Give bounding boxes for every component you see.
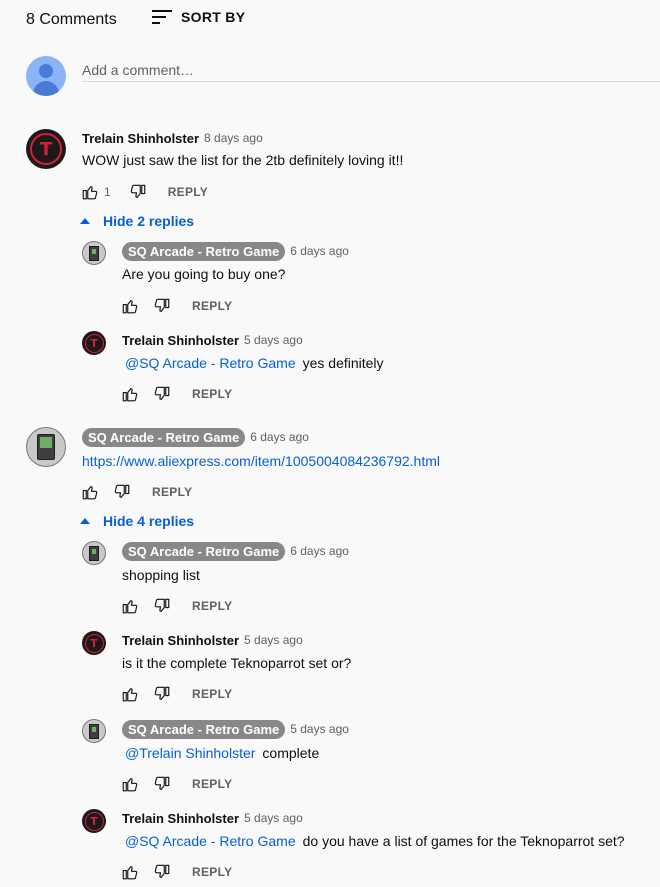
thumbs-down-icon[interactable] xyxy=(152,862,172,882)
reply-button[interactable]: REPLY xyxy=(192,299,232,313)
author-name[interactable]: SQ Arcade - Retro Game xyxy=(122,719,286,739)
comment-text: shopping list xyxy=(122,567,200,583)
thumbs-down-icon[interactable] xyxy=(152,774,172,794)
timestamp[interactable]: 6 days ago xyxy=(290,544,349,558)
comment-header: Trelain Shinholster 5 days ago xyxy=(122,630,303,650)
sort-button[interactable]: SORT BY xyxy=(152,8,245,26)
timestamp[interactable]: 8 days ago xyxy=(204,131,263,145)
comment-header: Trelain Shinholster 5 days ago xyxy=(122,330,303,350)
reply-button[interactable]: REPLY xyxy=(152,485,192,499)
comment-actions: REPLY xyxy=(120,294,232,318)
timestamp[interactable]: 5 days ago xyxy=(244,811,303,825)
comment-actions: 1 REPLY xyxy=(80,180,208,204)
comment-actions: REPLY xyxy=(120,382,232,406)
mention-link[interactable]: @SQ Arcade - Retro Game xyxy=(125,355,296,371)
sort-label: SORT BY xyxy=(181,9,246,25)
comment-text: @SQ Arcade - Retro Game yes definitely xyxy=(122,355,384,371)
hide-replies-toggle[interactable]: Hide 4 replies xyxy=(80,513,194,529)
comment-actions: REPLY xyxy=(120,594,232,618)
reply-button[interactable]: REPLY xyxy=(192,777,232,791)
thumbs-up-icon[interactable] xyxy=(120,684,140,704)
reply-button[interactable]: REPLY xyxy=(192,599,232,613)
caret-up-icon xyxy=(80,218,90,224)
timestamp[interactable]: 5 days ago xyxy=(244,333,303,347)
thumbs-up-icon[interactable] xyxy=(120,774,140,794)
thumbs-up-icon[interactable] xyxy=(120,384,140,404)
comment-text: https://www.aliexpress.com/item/10050040… xyxy=(82,453,440,469)
thumbs-down-icon[interactable] xyxy=(152,384,172,404)
avatar[interactable]: T xyxy=(82,631,106,655)
thumbs-up-icon[interactable] xyxy=(80,182,100,202)
comment-actions: REPLY xyxy=(80,480,192,504)
author-name[interactable]: Trelain Shinholster xyxy=(122,633,239,648)
comment-header: SQ Arcade - Retro Game 5 days ago xyxy=(122,719,349,739)
comment-count: 8 Comments xyxy=(26,11,117,28)
thumbs-down-icon[interactable] xyxy=(152,596,172,616)
hide-replies-toggle[interactable]: Hide 2 replies xyxy=(80,213,194,229)
comment-text: is it the complete Teknoparrot set or? xyxy=(122,655,352,671)
avatar[interactable] xyxy=(26,427,66,467)
thumbs-down-icon[interactable] xyxy=(128,182,148,202)
comment-body: do you have a list of games for the Tekn… xyxy=(302,833,625,849)
comment-text: @Trelain Shinholster complete xyxy=(122,745,319,761)
thumbs-up-icon[interactable] xyxy=(120,862,140,882)
author-name[interactable]: Trelain Shinholster xyxy=(82,131,199,146)
avatar[interactable] xyxy=(82,719,106,743)
hide-replies-label: Hide 4 replies xyxy=(103,513,195,529)
comment-text: WOW just saw the list for the 2tb defini… xyxy=(82,152,404,168)
comment-body: yes definitely xyxy=(302,355,384,371)
avatar[interactable]: T xyxy=(82,809,106,833)
comment-text: @SQ Arcade - Retro Game do you have a lis… xyxy=(122,833,625,849)
comment-actions: REPLY xyxy=(120,682,232,706)
author-name[interactable]: SQ Arcade - Retro Game xyxy=(122,241,286,261)
comment-body: complete xyxy=(262,745,320,761)
reply-button[interactable]: REPLY xyxy=(192,387,232,401)
comments-header: 8 Comments xyxy=(26,8,117,32)
mention-link[interactable]: @SQ Arcade - Retro Game xyxy=(125,833,296,849)
mention-link[interactable]: @Trelain Shinholster xyxy=(125,745,255,761)
comment-header: SQ Arcade - Retro Game 6 days ago xyxy=(122,241,349,261)
comment-header: SQ Arcade - Retro Game 6 days ago xyxy=(122,541,349,561)
thumbs-down-icon[interactable] xyxy=(152,684,172,704)
thumbs-up-icon[interactable] xyxy=(80,482,100,502)
caret-up-icon xyxy=(80,518,90,524)
sort-icon xyxy=(152,8,172,26)
comment-text: Are you going to buy one? xyxy=(122,266,286,282)
author-name[interactable]: SQ Arcade - Retro Game xyxy=(122,541,286,561)
like-count: 1 xyxy=(104,185,111,199)
comment-header: Trelain Shinholster 8 days ago xyxy=(82,128,263,148)
author-name[interactable]: Trelain Shinholster xyxy=(122,333,239,348)
timestamp[interactable]: 6 days ago xyxy=(250,430,309,444)
comment-actions: REPLY xyxy=(120,860,232,884)
timestamp[interactable]: 5 days ago xyxy=(290,722,349,736)
avatar[interactable] xyxy=(82,241,106,265)
timestamp[interactable]: 5 days ago xyxy=(244,633,303,647)
hide-replies-label: Hide 2 replies xyxy=(103,213,195,229)
add-comment-input[interactable] xyxy=(82,58,660,82)
author-name[interactable]: SQ Arcade - Retro Game xyxy=(82,427,246,447)
user-avatar-icon xyxy=(26,56,66,96)
reply-button[interactable]: REPLY xyxy=(168,185,208,199)
thumbs-down-icon[interactable] xyxy=(152,296,172,316)
comment-header: SQ Arcade - Retro Game 6 days ago xyxy=(82,427,309,447)
comment-header: Trelain Shinholster 5 days ago xyxy=(122,808,303,828)
reply-button[interactable]: REPLY xyxy=(192,687,232,701)
timestamp[interactable]: 6 days ago xyxy=(290,244,349,258)
comment-actions: REPLY xyxy=(120,772,232,796)
thumbs-up-icon[interactable] xyxy=(120,296,140,316)
avatar[interactable]: T xyxy=(82,331,106,355)
avatar[interactable] xyxy=(82,541,106,565)
reply-button[interactable]: REPLY xyxy=(192,865,232,879)
thumbs-down-icon[interactable] xyxy=(112,482,132,502)
comment-link[interactable]: https://www.aliexpress.com/item/10050040… xyxy=(82,453,440,469)
avatar[interactable]: T xyxy=(26,129,66,169)
thumbs-up-icon[interactable] xyxy=(120,596,140,616)
author-name[interactable]: Trelain Shinholster xyxy=(122,811,239,826)
